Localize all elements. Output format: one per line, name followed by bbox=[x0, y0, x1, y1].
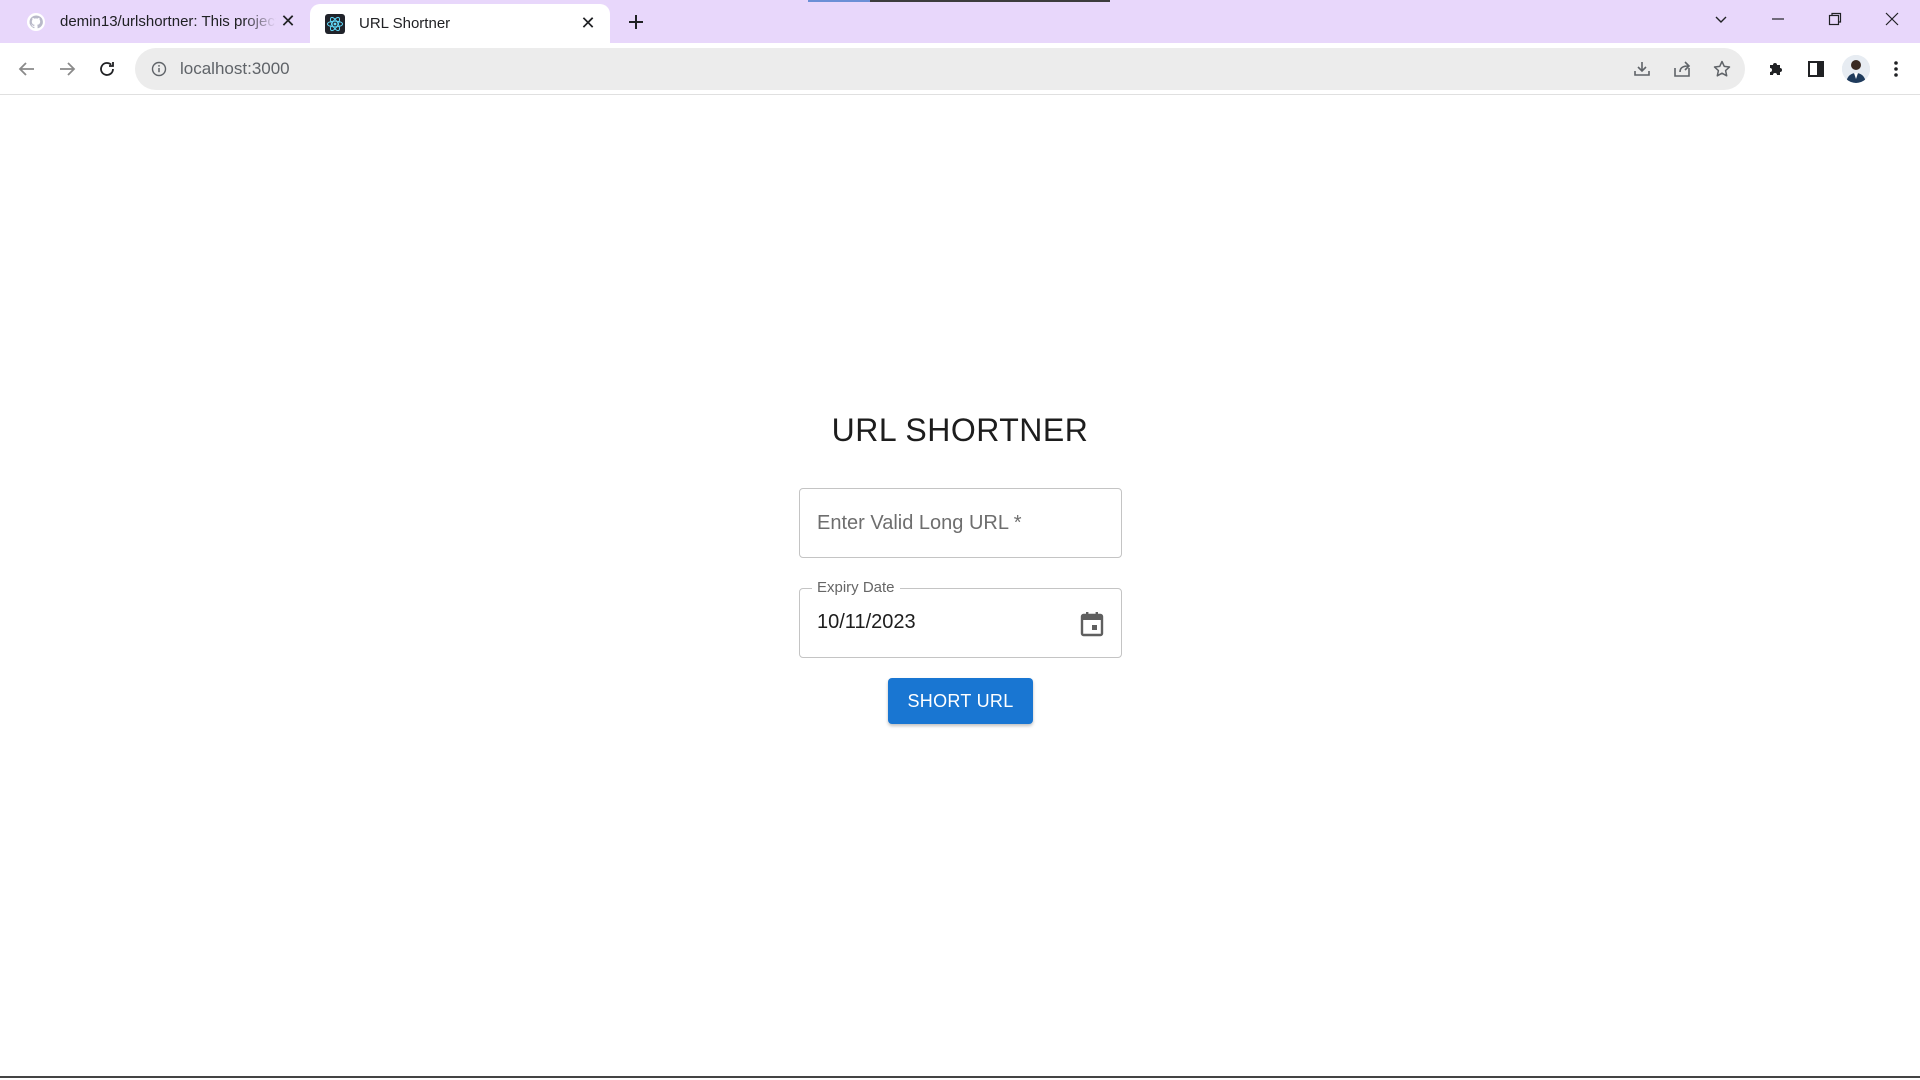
browser-tab-strip: demin13/urlshortner: This project is a U… bbox=[0, 0, 1920, 43]
expiry-date-field[interactable]: Expiry Date 10/11/2023 bbox=[799, 579, 1122, 658]
loading-indicator bbox=[808, 0, 1110, 2]
extensions-puzzle-icon[interactable] bbox=[1762, 55, 1790, 83]
long-url-field[interactable] bbox=[799, 488, 1122, 558]
forward-arrow-icon[interactable] bbox=[53, 55, 81, 83]
window-bottom-border bbox=[0, 1076, 1920, 1078]
page-title: URL SHORTNER bbox=[831, 412, 1089, 448]
expiry-date-value[interactable]: 10/11/2023 bbox=[817, 611, 916, 634]
browser-tab-github[interactable]: demin13/urlshortner: This project is a U… bbox=[0, 0, 310, 43]
profile-avatar[interactable] bbox=[1842, 55, 1870, 83]
tab-title: URL Shortner bbox=[359, 15, 451, 32]
minimize-icon[interactable] bbox=[1749, 0, 1806, 38]
short-url-button[interactable]: SHORT URL bbox=[888, 678, 1033, 724]
browser-toolbar: localhost:3000 bbox=[0, 43, 1920, 95]
tab-search-icon[interactable] bbox=[1692, 0, 1749, 38]
calendar-icon[interactable] bbox=[1077, 608, 1107, 640]
long-url-input[interactable] bbox=[800, 489, 1121, 557]
browser-tab-url-shortner[interactable]: URL Shortner ✕ bbox=[310, 4, 610, 43]
close-tab-icon[interactable]: ✕ bbox=[576, 12, 600, 36]
restore-icon[interactable] bbox=[1806, 0, 1863, 38]
site-info-icon[interactable] bbox=[150, 60, 168, 78]
close-window-icon[interactable] bbox=[1863, 0, 1920, 38]
bookmark-star-icon[interactable] bbox=[1709, 56, 1735, 82]
address-bar[interactable]: localhost:3000 bbox=[135, 48, 1745, 90]
new-tab-button[interactable] bbox=[622, 8, 650, 36]
window-controls bbox=[1692, 0, 1920, 38]
side-panel-icon[interactable] bbox=[1802, 55, 1830, 83]
avatar bbox=[1842, 55, 1870, 83]
address-url: localhost:3000 bbox=[180, 59, 290, 78]
install-app-icon[interactable] bbox=[1629, 56, 1655, 82]
share-icon[interactable] bbox=[1669, 56, 1695, 82]
expiry-date-label: Expiry Date bbox=[812, 579, 900, 596]
close-tab-icon[interactable]: ✕ bbox=[276, 10, 300, 34]
browser-menu-icon[interactable] bbox=[1882, 55, 1910, 83]
github-icon bbox=[26, 12, 46, 32]
back-arrow-icon[interactable] bbox=[13, 55, 41, 83]
page-content: URL SHORTNER Expiry Date 10/11/2023 SHOR… bbox=[0, 96, 1920, 1078]
reload-icon[interactable] bbox=[93, 55, 121, 83]
tab-title: demin13/urlshortner: This project is a U… bbox=[60, 13, 276, 30]
react-icon bbox=[325, 13, 345, 34]
